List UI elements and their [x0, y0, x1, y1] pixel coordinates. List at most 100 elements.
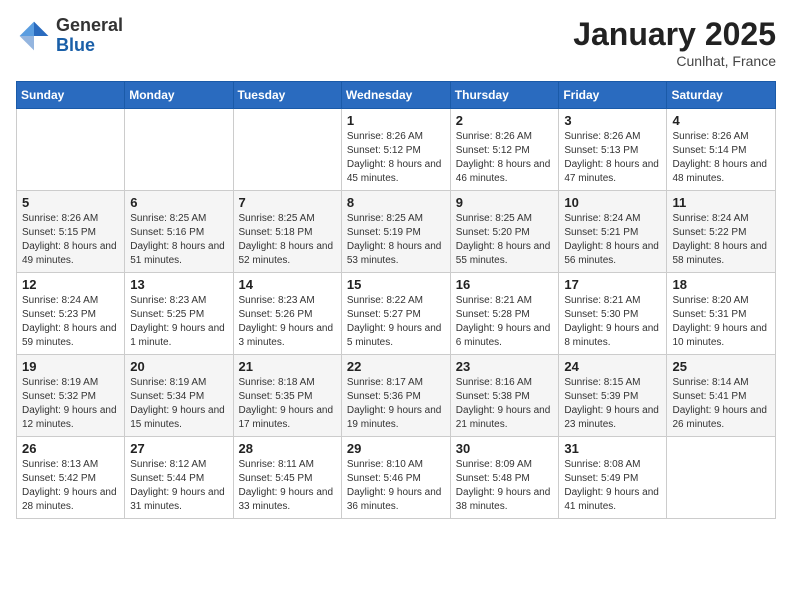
calendar-table: SundayMondayTuesdayWednesdayThursdayFrid…	[16, 81, 776, 519]
day-info: Sunrise: 8:26 AMSunset: 5:12 PMDaylight:…	[456, 130, 554, 186]
day-info: Sunrise: 8:21 AMSunset: 5:30 PMDaylight:…	[564, 294, 661, 350]
day-number: 31	[564, 441, 661, 456]
title-block: January 2025 Cunlhat, France	[573, 16, 776, 69]
calendar-cell: 29 Sunrise: 8:10 AMSunset: 5:46 PMDayligh…	[341, 437, 450, 519]
day-number: 5	[22, 195, 119, 210]
calendar-cell: 16 Sunrise: 8:21 AMSunset: 5:28 PMDayligh…	[450, 273, 559, 355]
calendar-cell	[667, 437, 776, 519]
weekday-header: Saturday	[667, 82, 776, 109]
weekday-header: Tuesday	[233, 82, 341, 109]
calendar-cell: 27Sunrise: 8:12 AMSunset: 5:44 PMDayligh…	[125, 437, 233, 519]
calendar-week-row: 5 Sunrise: 8:26 AMSunset: 5:15 PMDaylight…	[17, 191, 776, 273]
calendar-cell: 3 Sunrise: 8:26 AMSunset: 5:13 PMDaylight…	[559, 109, 667, 191]
weekday-header: Friday	[559, 82, 667, 109]
day-number: 16	[456, 277, 554, 292]
day-number: 25	[672, 359, 770, 374]
day-number: 2	[456, 113, 554, 128]
day-info: Sunrise: 8:26 AMSunset: 5:14 PMDaylight:…	[672, 130, 770, 186]
calendar-cell: 22 Sunrise: 8:17 AMSunset: 5:36 PMDayligh…	[341, 355, 450, 437]
logo: General Blue	[16, 16, 123, 56]
calendar-cell: 31 Sunrise: 8:08 AMSunset: 5:49 PMDayligh…	[559, 437, 667, 519]
logo-icon	[16, 18, 52, 54]
day-number: 1	[347, 113, 445, 128]
day-info: Sunrise: 8:10 AMSunset: 5:46 PMDaylight:…	[347, 458, 445, 514]
day-info: Sunrise: 8:24 AMSunset: 5:21 PMDaylight:…	[564, 212, 661, 268]
calendar-week-row: 12 Sunrise: 8:24 AMSunset: 5:23 PMDayligh…	[17, 273, 776, 355]
day-info: Sunrise: 8:23 AMSunset: 5:26 PMDaylight:…	[239, 294, 336, 350]
day-number: 29	[347, 441, 445, 456]
day-number: 30	[456, 441, 554, 456]
day-number: 23	[456, 359, 554, 374]
day-number: 27	[130, 441, 227, 456]
day-number: 7	[239, 195, 336, 210]
day-info: Sunrise: 8:19 AMSunset: 5:34 PMDaylight:…	[130, 376, 227, 432]
day-info: Sunrise: 8:22 AMSunset: 5:27 PMDaylight:…	[347, 294, 445, 350]
day-number: 14	[239, 277, 336, 292]
calendar-week-row: 1 Sunrise: 8:26 AMSunset: 5:12 PMDaylight…	[17, 109, 776, 191]
day-info: Sunrise: 8:26 AMSunset: 5:15 PMDaylight:…	[22, 212, 119, 268]
day-info: Sunrise: 8:19 AMSunset: 5:32 PMDaylight:…	[22, 376, 119, 432]
calendar-cell: 24Sunrise: 8:15 AMSunset: 5:39 PMDayligh…	[559, 355, 667, 437]
weekday-header: Sunday	[17, 82, 125, 109]
calendar-cell	[17, 109, 125, 191]
day-info: Sunrise: 8:16 AMSunset: 5:38 PMDaylight:…	[456, 376, 554, 432]
day-number: 13	[130, 277, 227, 292]
month-title: January 2025	[573, 16, 776, 53]
day-number: 18	[672, 277, 770, 292]
logo-general: General	[56, 16, 123, 36]
calendar-cell: 12 Sunrise: 8:24 AMSunset: 5:23 PMDayligh…	[17, 273, 125, 355]
calendar-week-row: 19 Sunrise: 8:19 AMSunset: 5:32 PMDayligh…	[17, 355, 776, 437]
calendar-cell: 10Sunrise: 8:24 AMSunset: 5:21 PMDayligh…	[559, 191, 667, 273]
day-info: Sunrise: 8:20 AMSunset: 5:31 PMDaylight:…	[672, 294, 770, 350]
calendar-week-row: 26Sunrise: 8:13 AMSunset: 5:42 PMDayligh…	[17, 437, 776, 519]
day-info: Sunrise: 8:23 AMSunset: 5:25 PMDaylight:…	[130, 294, 227, 350]
weekday-header-row: SundayMondayTuesdayWednesdayThursdayFrid…	[17, 82, 776, 109]
day-number: 17	[564, 277, 661, 292]
location: Cunlhat, France	[573, 53, 776, 69]
calendar-cell: 23 Sunrise: 8:16 AMSunset: 5:38 PMDayligh…	[450, 355, 559, 437]
day-number: 8	[347, 195, 445, 210]
day-info: Sunrise: 8:08 AMSunset: 5:49 PMDaylight:…	[564, 458, 661, 514]
calendar-cell: 18 Sunrise: 8:20 AMSunset: 5:31 PMDayligh…	[667, 273, 776, 355]
day-number: 22	[347, 359, 445, 374]
calendar-cell: 14 Sunrise: 8:23 AMSunset: 5:26 PMDayligh…	[233, 273, 341, 355]
day-number: 3	[564, 113, 661, 128]
calendar-cell: 25 Sunrise: 8:14 AMSunset: 5:41 PMDayligh…	[667, 355, 776, 437]
day-info: Sunrise: 8:25 AMSunset: 5:16 PMDaylight:…	[130, 212, 227, 268]
calendar-cell: 15Sunrise: 8:22 AMSunset: 5:27 PMDayligh…	[341, 273, 450, 355]
day-info: Sunrise: 8:13 AMSunset: 5:42 PMDaylight:…	[22, 458, 119, 514]
day-info: Sunrise: 8:24 AMSunset: 5:22 PMDaylight:…	[672, 212, 770, 268]
day-number: 4	[672, 113, 770, 128]
day-info: Sunrise: 8:17 AMSunset: 5:36 PMDaylight:…	[347, 376, 445, 432]
calendar-cell	[233, 109, 341, 191]
weekday-header: Monday	[125, 82, 233, 109]
day-number: 19	[22, 359, 119, 374]
day-info: Sunrise: 8:09 AMSunset: 5:48 PMDaylight:…	[456, 458, 554, 514]
calendar-cell: 9Sunrise: 8:25 AMSunset: 5:20 PMDaylight…	[450, 191, 559, 273]
day-number: 21	[239, 359, 336, 374]
calendar-cell: 7Sunrise: 8:25 AMSunset: 5:18 PMDaylight…	[233, 191, 341, 273]
calendar-cell: 6Sunrise: 8:25 AMSunset: 5:16 PMDaylight…	[125, 191, 233, 273]
day-info: Sunrise: 8:26 AMSunset: 5:13 PMDaylight:…	[564, 130, 661, 186]
weekday-header: Thursday	[450, 82, 559, 109]
calendar-cell: 30 Sunrise: 8:09 AMSunset: 5:48 PMDayligh…	[450, 437, 559, 519]
day-info: Sunrise: 8:24 AMSunset: 5:23 PMDaylight:…	[22, 294, 119, 350]
calendar-cell: 26Sunrise: 8:13 AMSunset: 5:42 PMDayligh…	[17, 437, 125, 519]
calendar-cell: 28Sunrise: 8:11 AMSunset: 5:45 PMDayligh…	[233, 437, 341, 519]
day-number: 12	[22, 277, 119, 292]
day-info: Sunrise: 8:25 AMSunset: 5:20 PMDaylight:…	[456, 212, 554, 268]
day-info: Sunrise: 8:26 AMSunset: 5:12 PMDaylight:…	[347, 130, 445, 186]
weekday-header: Wednesday	[341, 82, 450, 109]
day-number: 28	[239, 441, 336, 456]
day-info: Sunrise: 8:21 AMSunset: 5:28 PMDaylight:…	[456, 294, 554, 350]
calendar-cell: 5 Sunrise: 8:26 AMSunset: 5:15 PMDaylight…	[17, 191, 125, 273]
calendar-cell: 11Sunrise: 8:24 AMSunset: 5:22 PMDayligh…	[667, 191, 776, 273]
day-info: Sunrise: 8:15 AMSunset: 5:39 PMDaylight:…	[564, 376, 661, 432]
calendar-cell: 13 Sunrise: 8:23 AMSunset: 5:25 PMDayligh…	[125, 273, 233, 355]
calendar-cell: 4 Sunrise: 8:26 AMSunset: 5:14 PMDaylight…	[667, 109, 776, 191]
calendar-cell: 21 Sunrise: 8:18 AMSunset: 5:35 PMDayligh…	[233, 355, 341, 437]
calendar-cell: 20Sunrise: 8:19 AMSunset: 5:34 PMDayligh…	[125, 355, 233, 437]
day-info: Sunrise: 8:14 AMSunset: 5:41 PMDaylight:…	[672, 376, 770, 432]
day-info: Sunrise: 8:18 AMSunset: 5:35 PMDaylight:…	[239, 376, 336, 432]
calendar-cell: 19 Sunrise: 8:19 AMSunset: 5:32 PMDayligh…	[17, 355, 125, 437]
